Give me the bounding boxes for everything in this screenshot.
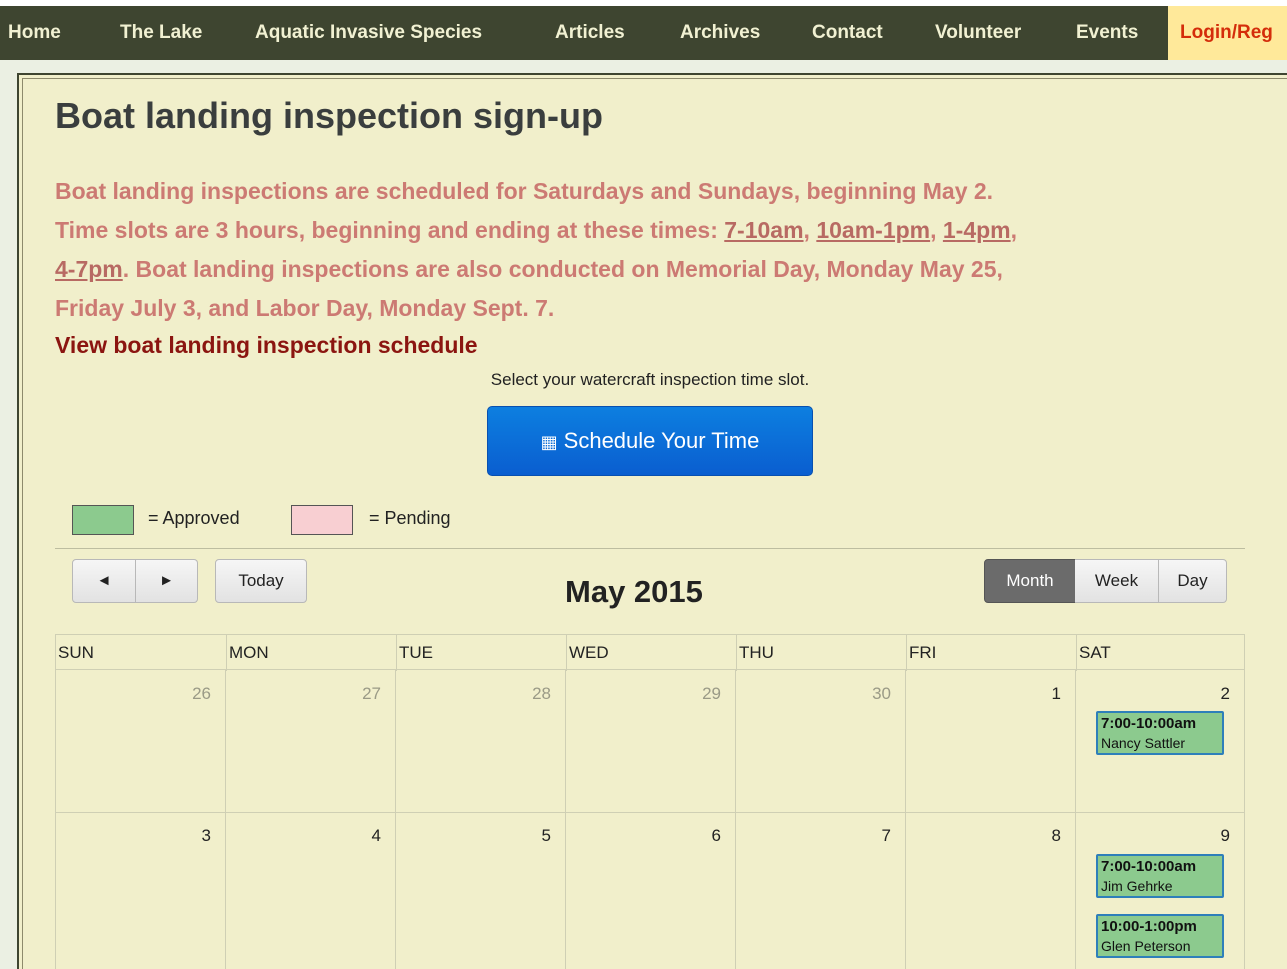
dow-wed: WED bbox=[566, 635, 736, 671]
day-view-button[interactable]: Day bbox=[1159, 559, 1227, 603]
dow-tue: TUE bbox=[396, 635, 566, 671]
day-number: 4 bbox=[371, 826, 381, 845]
select-instruction: Select your watercraft inspection time s… bbox=[490, 370, 810, 389]
dow-fri: FRI bbox=[906, 635, 1076, 671]
slot-link-7-10am[interactable]: 7-10am bbox=[724, 217, 803, 243]
month-view-button[interactable]: Month bbox=[984, 559, 1076, 603]
intro-line-3: 4-7pm. Boat landing inspections are also… bbox=[55, 250, 1235, 289]
legend-approved-swatch bbox=[72, 505, 134, 535]
day-cell[interactable]: 6 bbox=[565, 812, 736, 969]
event-time: 10:00-1:00pm bbox=[1101, 918, 1197, 935]
day-cell[interactable]: 1 bbox=[905, 670, 1076, 813]
day-cell[interactable]: 4 bbox=[225, 812, 396, 969]
day-number: 28 bbox=[532, 684, 551, 703]
next-month-button[interactable]: ► bbox=[136, 559, 198, 603]
schedule-your-time-button[interactable]: ▦ Schedule Your Time bbox=[487, 406, 813, 476]
event-time: 7:00-10:00am bbox=[1101, 715, 1197, 732]
intro-line-2-text: Time slots are 3 hours, beginning and en… bbox=[55, 217, 725, 243]
day-number: 30 bbox=[872, 684, 891, 703]
calendar-event[interactable]: 10:00-1:00pm Glen Peterson bbox=[1096, 914, 1224, 958]
slot-separator: , bbox=[1010, 217, 1018, 243]
nav-archives[interactable]: Archives bbox=[680, 6, 760, 60]
day-number: 9 bbox=[1220, 826, 1230, 845]
legend-pending-label: = Pending bbox=[369, 508, 451, 528]
event-volunteer-name: Jim Gehrke bbox=[1101, 878, 1173, 894]
prev-month-button[interactable]: ◄ bbox=[72, 559, 136, 603]
slot-link-10am-1pm[interactable]: 10am-1pm bbox=[816, 217, 930, 243]
calendar-divider bbox=[55, 548, 1245, 549]
week-view-button[interactable]: Week bbox=[1075, 559, 1159, 603]
day-cell[interactable]: 30 bbox=[735, 670, 906, 813]
legend-approved-label: = Approved bbox=[148, 508, 240, 528]
day-cell[interactable]: 7 bbox=[735, 812, 906, 969]
event-time: 7:00-10:00am bbox=[1101, 858, 1197, 875]
calendar-icon: ▦ bbox=[540, 432, 558, 452]
slot-separator: , bbox=[930, 217, 943, 243]
nav-volunteer[interactable]: Volunteer bbox=[935, 6, 1021, 60]
day-number: 29 bbox=[702, 684, 721, 703]
intro-line-2: Time slots are 3 hours, beginning and en… bbox=[55, 211, 1235, 250]
calendar-header-row: SUN MON TUE WED THU FRI SAT bbox=[55, 634, 1246, 671]
calendar-event[interactable]: 7:00-10:00am Jim Gehrke bbox=[1096, 854, 1224, 898]
day-cell[interactable]: 9 7:00-10:00am Jim Gehrke 10:00-1:00pm G… bbox=[1075, 812, 1245, 969]
legend-pending-swatch bbox=[291, 505, 353, 535]
nav-aquatic-invasive-species[interactable]: Aquatic Invasive Species bbox=[255, 6, 482, 60]
nav-articles[interactable]: Articles bbox=[555, 6, 625, 60]
intro-line-3-text: . Boat landing inspections are also cond… bbox=[122, 256, 1003, 282]
day-cell[interactable]: 28 bbox=[395, 670, 566, 813]
day-number: 7 bbox=[881, 826, 891, 845]
day-number: 26 bbox=[192, 684, 211, 703]
schedule-button-label: Schedule Your Time bbox=[563, 428, 760, 453]
day-number: 1 bbox=[1051, 684, 1061, 703]
day-number: 6 bbox=[711, 826, 721, 845]
nav-contact[interactable]: Contact bbox=[812, 6, 883, 60]
nav-home[interactable]: Home bbox=[8, 6, 61, 60]
dow-thu: THU bbox=[736, 635, 906, 671]
event-volunteer-name: Glen Peterson bbox=[1101, 938, 1191, 954]
day-cell[interactable]: 2 7:00-10:00am Nancy Sattler bbox=[1075, 670, 1245, 813]
event-volunteer-name: Nancy Sattler bbox=[1101, 735, 1186, 751]
view-schedule-link[interactable]: View boat landing inspection schedule bbox=[55, 332, 478, 359]
nav-events[interactable]: Events bbox=[1076, 6, 1138, 60]
intro-line-1: Boat landing inspections are scheduled f… bbox=[55, 178, 994, 204]
slot-link-4-7pm[interactable]: 4-7pm bbox=[55, 256, 123, 282]
calendar-event[interactable]: 7:00-10:00am Nancy Sattler bbox=[1096, 711, 1224, 755]
day-number: 8 bbox=[1051, 826, 1061, 845]
day-cell[interactable]: 3 bbox=[55, 812, 226, 969]
day-cell[interactable]: 5 bbox=[395, 812, 566, 969]
nav-login-register[interactable]: Login/Reg bbox=[1168, 6, 1287, 60]
slot-separator: , bbox=[803, 217, 817, 243]
day-number: 3 bbox=[201, 826, 211, 845]
intro-text: Boat landing inspections are scheduled f… bbox=[55, 172, 1235, 328]
dow-sun: SUN bbox=[58, 643, 94, 662]
main-nav: Home The Lake Aquatic Invasive Species A… bbox=[0, 6, 1287, 60]
day-cell[interactable]: 27 bbox=[225, 670, 396, 813]
day-number: 2 bbox=[1220, 684, 1230, 703]
day-cell[interactable]: 26 bbox=[55, 670, 226, 813]
day-number: 27 bbox=[362, 684, 381, 703]
day-number: 5 bbox=[541, 826, 551, 845]
page-title: Boat landing inspection sign-up bbox=[55, 95, 603, 136]
day-cell[interactable]: 29 bbox=[565, 670, 736, 813]
dow-sat: SAT bbox=[1076, 635, 1246, 671]
dow-mon: MON bbox=[226, 635, 396, 671]
today-button[interactable]: Today bbox=[215, 559, 307, 603]
nav-the-lake[interactable]: The Lake bbox=[120, 6, 202, 60]
slot-link-1-4pm[interactable]: 1-4pm bbox=[943, 217, 1011, 243]
calendar-title: May 2015 bbox=[565, 574, 703, 609]
day-cell[interactable]: 8 bbox=[905, 812, 1076, 969]
intro-line-4: Friday July 3, and Labor Day, Monday Sep… bbox=[55, 295, 555, 321]
